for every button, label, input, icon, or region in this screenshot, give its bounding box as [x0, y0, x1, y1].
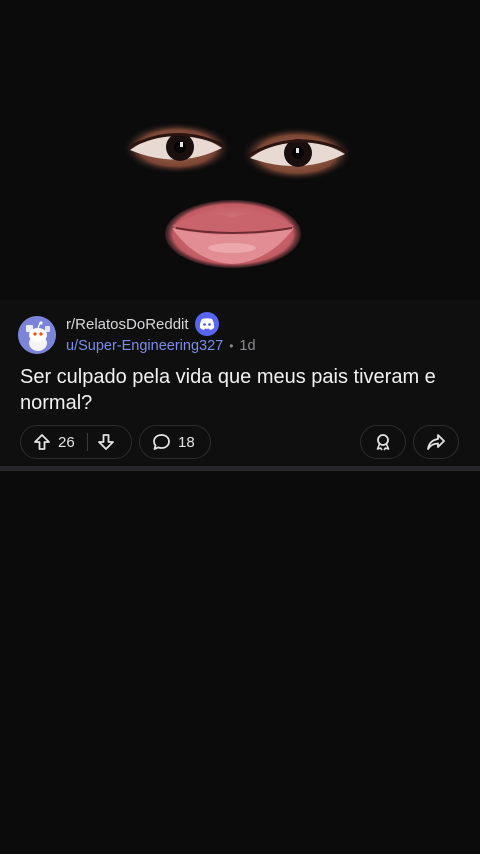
- meta-separator: •: [229, 339, 234, 353]
- arrow-up-icon[interactable]: [33, 433, 51, 451]
- left-eye: [122, 122, 232, 174]
- author-username[interactable]: u/Super-Engineering327: [66, 336, 223, 357]
- reddit-snoo-avatar-icon[interactable]: [18, 315, 56, 354]
- share-button[interactable]: [413, 425, 459, 459]
- post-divider: [0, 466, 480, 471]
- share-icon: [426, 433, 446, 451]
- comment-bubble-icon: [152, 433, 171, 451]
- post-age: 1d: [239, 338, 256, 354]
- lips: [165, 200, 301, 268]
- upvote-count: 26: [58, 433, 75, 451]
- screen: r/RelatosDoReddit u/Super-Engineering327…: [0, 0, 480, 854]
- post-card[interactable]: r/RelatosDoReddit u/Super-Engineering327…: [0, 300, 480, 472]
- vote-pill: 26: [20, 425, 132, 459]
- arrow-down-icon[interactable]: [97, 433, 115, 451]
- post-media-image[interactable]: [0, 0, 480, 300]
- right-eye: [241, 127, 353, 181]
- comments-button[interactable]: 18: [139, 425, 211, 459]
- post-meta: r/RelatosDoReddit u/Super-Engineering327…: [66, 312, 256, 357]
- discord-icon[interactable]: [194, 312, 219, 336]
- post-title[interactable]: Ser culpado pela vida que meus pais tive…: [20, 364, 460, 416]
- subreddit-name[interactable]: r/RelatosDoReddit: [66, 314, 189, 335]
- post-header: r/RelatosDoReddit u/Super-Engineering327…: [18, 312, 256, 357]
- award-icon: [374, 433, 392, 451]
- award-button[interactable]: [360, 425, 406, 459]
- vote-divider: [86, 433, 88, 451]
- comment-count: 18: [178, 433, 195, 451]
